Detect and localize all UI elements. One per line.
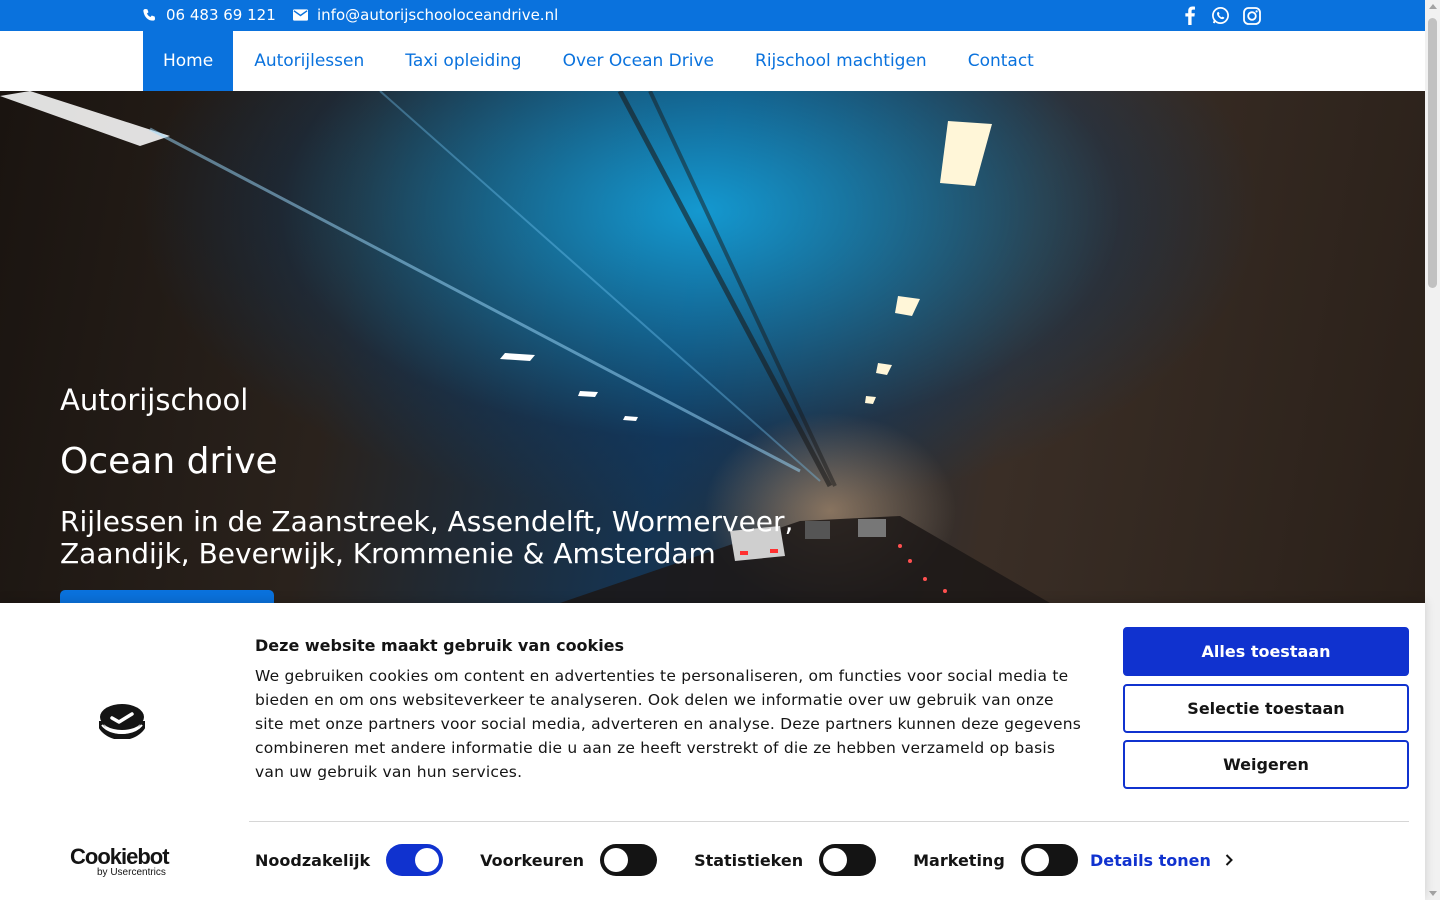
hero-banner: Autorijschool Ocean drive Rijlessen in d…	[0, 91, 1425, 603]
switch-statistieken[interactable]	[819, 844, 877, 876]
scroll-down-arrow[interactable]	[1429, 891, 1437, 896]
toggle-statistieken: Statistieken	[694, 844, 877, 876]
toggle-marketing: Marketing	[913, 844, 1078, 876]
email-link[interactable]: info@autorijschooloceandrive.nl	[293, 6, 558, 24]
cookiebot-brand-by: by Usercentrics	[97, 867, 166, 878]
phone-number: 06 483 69 121	[166, 6, 276, 24]
page-scrollbar[interactable]	[1425, 0, 1440, 900]
toggle-label-noodzakelijk: Noodzakelijk	[255, 850, 371, 870]
scrollbar-thumb[interactable]	[1428, 18, 1437, 288]
switch-marketing[interactable]	[1020, 844, 1078, 876]
email-address: info@autorijschooloceandrive.nl	[317, 6, 559, 24]
switch-noodzakelijk[interactable]	[386, 844, 444, 876]
allow-selection-button[interactable]: Selectie toestaan	[1123, 684, 1409, 733]
hero-subtitle: Autorijschool	[60, 383, 249, 417]
nav-item-autorijlessen[interactable]: Autorijlessen	[234, 31, 384, 91]
nav-item-over-ocean-drive[interactable]: Over Ocean Drive	[543, 31, 734, 91]
nav-item-taxi-opleiding[interactable]: Taxi opleiding	[385, 31, 541, 91]
toggle-label-marketing: Marketing	[913, 850, 1005, 870]
top-bar: 06 483 69 121 info@autorijschooloceandri…	[0, 0, 1425, 31]
instagram-icon[interactable]	[1242, 6, 1261, 25]
nav-item-rijschool-machtigen[interactable]: Rijschool machtigen	[735, 31, 947, 91]
nav-item-home[interactable]: Home	[143, 31, 234, 91]
nav-item-contact[interactable]: Contact	[948, 31, 1054, 91]
scroll-up-arrow[interactable]	[1429, 4, 1437, 9]
cookie-divider	[249, 821, 1409, 822]
cookie-consent-banner: Cookiebot by Usercentrics Deze website m…	[0, 603, 1425, 900]
toggle-label-statistieken: Statistieken	[694, 850, 804, 870]
toggle-noodzakelijk: Noodzakelijk	[255, 844, 444, 876]
main-nav: Home Autorijlessen Taxi opleiding Over O…	[0, 31, 1425, 91]
phone-link[interactable]: 06 483 69 121	[142, 6, 276, 24]
hero-cta-button[interactable]	[60, 590, 274, 603]
allow-all-button[interactable]: Alles toestaan	[1123, 627, 1409, 676]
facebook-icon[interactable]	[1180, 6, 1199, 25]
toggle-voorkeuren: Voorkeuren	[480, 844, 658, 876]
details-label: Details tonen	[1090, 851, 1211, 870]
toggle-label-voorkeuren: Voorkeuren	[480, 850, 585, 870]
cookie-title: Deze website maakt gebruik van cookies	[255, 636, 625, 655]
hero-tagline: Rijlessen in de Zaanstreek, Assendelft, …	[60, 505, 794, 570]
envelope-icon	[293, 9, 308, 21]
cookie-category-toggles: Noodzakelijk Voorkeuren Statistieken Mar…	[255, 844, 1078, 876]
switch-voorkeuren[interactable]	[600, 844, 658, 876]
phone-icon	[142, 8, 157, 23]
cookiebot-brand: Cookiebot by Usercentrics	[70, 844, 170, 878]
social-links	[1180, 6, 1261, 25]
whatsapp-icon[interactable]	[1211, 6, 1230, 25]
cookiebot-logo-icon	[99, 704, 145, 739]
hero-title: Ocean drive	[60, 441, 278, 482]
chevron-right-icon	[1225, 851, 1233, 870]
deny-button[interactable]: Weigeren	[1123, 740, 1409, 789]
details-link[interactable]: Details tonen	[1090, 851, 1233, 870]
cookie-description: We gebruiken cookies om content en adver…	[255, 667, 1082, 781]
